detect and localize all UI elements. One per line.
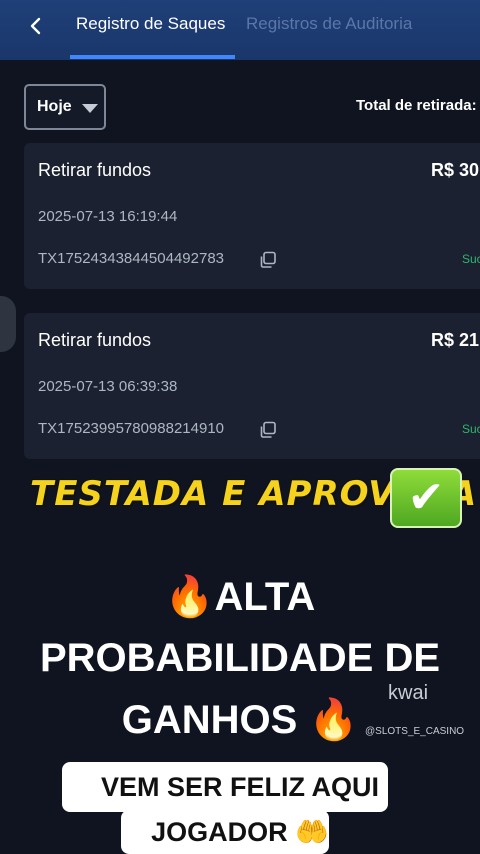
total-withdrawal-label: Total de retirada: (356, 97, 477, 114)
record-status: Suc (462, 252, 480, 266)
overlay-line-1-text: ALTA (214, 575, 316, 619)
record-status: Suc (462, 422, 480, 436)
record-amount: R$ 21 (431, 330, 480, 350)
fire-emoji: 🔥 (164, 574, 215, 620)
copy-button[interactable] (258, 420, 278, 440)
date-filter-value: Hoje (37, 98, 72, 115)
date-filter-dropdown[interactable]: Hoje (24, 84, 106, 130)
kwai-watermark: kwai (388, 682, 429, 704)
overlay-line-2: PROBABILIDADE DE (39, 636, 441, 680)
caption-line-1: VEM SER FELIZ AQUI (100, 772, 379, 802)
withdrawal-record: Retirar fundos R$ 30 2025-07-13 16:19:44… (24, 143, 480, 289)
record-amount: R$ 30 (431, 160, 480, 180)
overlay-line-1: 🔥ALTA (0, 573, 480, 620)
record-title: Retirar fundos (38, 160, 152, 180)
caption-line-2: JOGADOR 🤲 (0, 816, 480, 848)
palms-up-emoji: 🤲 (295, 817, 329, 848)
overlay-line-3-text: GANHOS (121, 698, 298, 742)
caption-line-2-text: JOGADOR (151, 817, 288, 847)
copy-icon (260, 251, 276, 268)
record-date: 2025-07-13 16:19:44 (38, 208, 178, 225)
caret-down-icon (82, 104, 98, 113)
tab-registro-de-saques[interactable]: Registro de Saques (76, 13, 225, 35)
back-button[interactable] (22, 12, 50, 40)
copy-button[interactable] (258, 250, 278, 270)
top-bar: Registro de Saques Registros de Auditori… (0, 0, 480, 60)
active-tab-indicator (70, 55, 235, 59)
record-transaction-id: TX17524343844504492783 (38, 250, 225, 267)
check-mark-icon: ✔ (390, 468, 462, 528)
record-title: Retirar fundos (38, 330, 152, 350)
chevron-left-icon (30, 17, 41, 35)
copy-icon (260, 421, 276, 438)
tab-registros-de-auditoria[interactable]: Registros de Auditoria (246, 13, 412, 35)
watermark-handle: @SLOTS_E_CASINO (365, 726, 465, 737)
record-date: 2025-07-13 06:39:38 (38, 378, 178, 395)
record-transaction-id: TX17523995780988214910 (38, 420, 225, 437)
floating-side-handle[interactable] (0, 296, 16, 352)
withdrawal-record: Retirar fundos R$ 21 2025-07-13 06:39:38… (24, 313, 480, 459)
fire-emoji: 🔥 (308, 697, 359, 743)
